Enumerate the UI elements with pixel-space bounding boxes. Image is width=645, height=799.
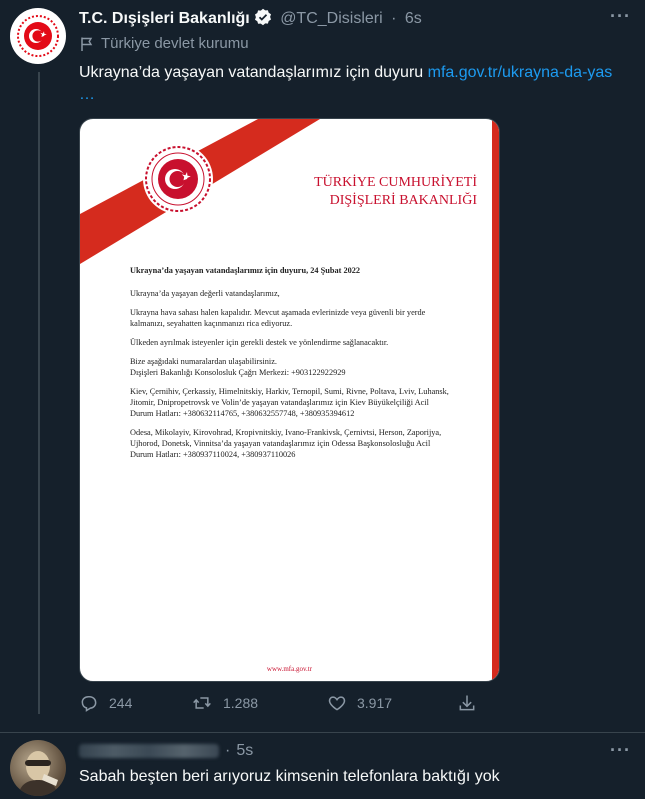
- reply-header: · 5s: [79, 742, 253, 760]
- tweet-actions: 244 1.288 3.917: [79, 693, 549, 719]
- handle[interactable]: @TC_Disisleri: [280, 10, 382, 27]
- retweet-button[interactable]: 1.288: [191, 693, 258, 713]
- reply-icon: [81, 696, 97, 712]
- thread-line: [38, 72, 40, 714]
- reply-text: Sabah beşten beri arıyoruz kimsenin tele…: [79, 768, 500, 785]
- like-button[interactable]: 3.917: [327, 693, 392, 713]
- document-footer: www.mfa.gov.tr: [266, 665, 313, 673]
- avatar-photo: [18, 751, 58, 796]
- tweet-time[interactable]: 6s: [405, 10, 422, 27]
- separator-dot: ·: [391, 10, 397, 27]
- share-button[interactable]: [457, 693, 477, 713]
- more-options-icon[interactable]: ···: [610, 6, 631, 27]
- document-title-line2: DIŞİŞLERİ BAKANLIĞI: [329, 193, 477, 208]
- tweet-divider: [0, 732, 645, 733]
- share-icon: [459, 695, 475, 711]
- document-paragraph: Ülkeden ayrılmak isteyenler için gerekli…: [130, 338, 389, 347]
- document-paragraph: Odesa, Mikolayiv, Kirovohrad, Kropivnits…: [130, 428, 442, 459]
- attached-document-image[interactable]: TÜRKİYE CUMHURİYETİ DIŞİŞLERİ BAKANLIĞI …: [79, 118, 500, 682]
- retweet-icon: [193, 697, 211, 709]
- document-paragraph: Ukrayna’da yaşayan değerli vatandaşlarım…: [130, 289, 280, 298]
- reply-button[interactable]: 244: [79, 693, 132, 713]
- reply-count: 244: [109, 695, 133, 711]
- document-heading: Ukrayna’da yaşayan vatandaşlarımız için …: [130, 266, 361, 275]
- retweet-count: 1.288: [223, 695, 259, 711]
- tweet-link[interactable]: mfa.gov.tr/ukrayna-da-yas: [428, 64, 613, 81]
- document-line: Dışişleri Bakanlığı Konsolosluk Çağrı Me…: [130, 368, 346, 377]
- separator-dot: ·: [225, 742, 231, 759]
- account-avatar[interactable]: [10, 8, 66, 64]
- tweet-link-ellipsis[interactable]: …: [79, 86, 95, 103]
- display-name[interactable]: T.C. Dışişleri Bakanlığı: [79, 10, 250, 27]
- reply-time[interactable]: 5s: [236, 742, 253, 760]
- document-line: Bize aşağıdaki numaralardan ulaşabilirsi…: [130, 357, 277, 366]
- reply-avatar[interactable]: [10, 740, 66, 796]
- redacted-username[interactable]: [79, 744, 219, 758]
- flag-icon: [81, 37, 93, 51]
- document-letterhead: TÜRKİYE CUMHURİYETİ DIŞİŞLERİ BAKANLIĞI: [237, 174, 477, 210]
- document-title-line1: TÜRKİYE CUMHURİYETİ: [314, 175, 477, 190]
- more-options-icon[interactable]: ···: [610, 740, 631, 761]
- tweet-body: Ukrayna’da yaşayan vatandaşlarımız için …: [79, 64, 428, 81]
- document-paragraph: Bize aşağıdaki numaralardan ulaşabilirsi…: [130, 356, 452, 378]
- document-paragraph: Kiev, Çernihiv, Çerkassiy, Himelnitskiy,…: [130, 387, 449, 418]
- document-emblem-icon: [142, 143, 214, 215]
- verified-badge-icon: [254, 8, 272, 31]
- like-count: 3.917: [357, 695, 393, 711]
- document-paragraph: Ukrayna hava sahası halen kapalıdır. Mev…: [130, 308, 426, 328]
- ministry-emblem-icon: [17, 15, 59, 57]
- tweet-text: Ukrayna’da yaşayan vatandaşlarımız için …: [79, 62, 634, 106]
- government-label-text: Türkiye devlet kurumu: [101, 35, 249, 52]
- tweet-header: T.C. Dışişleri Bakanlığı @TC_Disisleri ·…: [79, 8, 422, 31]
- government-label[interactable]: Türkiye devlet kurumu: [79, 35, 249, 52]
- heart-icon: [328, 696, 346, 711]
- document-body: Ukrayna’da yaşayan vatandaşlarımız için …: [130, 265, 452, 468]
- document-side-bar: [492, 119, 499, 681]
